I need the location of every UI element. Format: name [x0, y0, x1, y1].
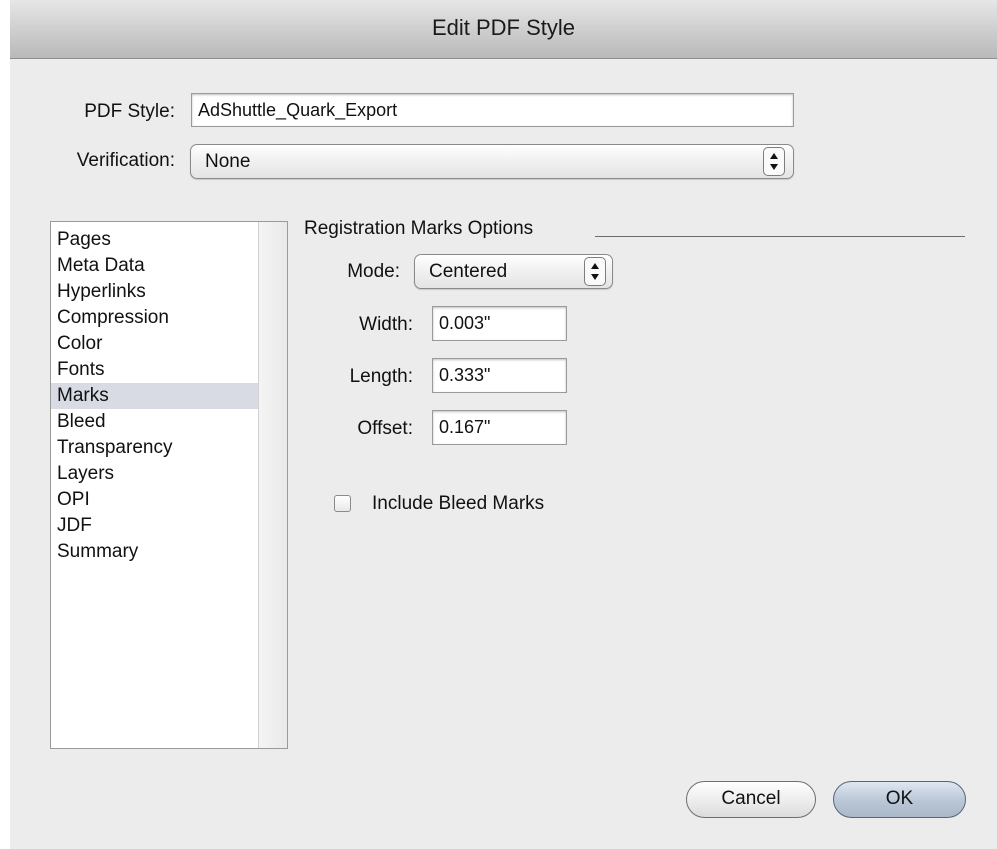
sidebar-item-pages[interactable]: Pages — [51, 227, 260, 253]
registration-group-title: Registration Marks Options — [304, 218, 534, 239]
width-input[interactable]: 0.003" — [432, 306, 567, 341]
length-input[interactable]: 0.333" — [432, 358, 567, 393]
group-divider — [595, 236, 965, 237]
sidebar-item-marks[interactable]: Marks — [51, 383, 260, 409]
width-label: Width: — [359, 314, 413, 335]
sidebar-item-opi[interactable]: OPI — [51, 487, 260, 513]
sidebar-item-color[interactable]: Color — [51, 331, 260, 357]
ok-button[interactable]: OK — [833, 781, 966, 818]
verification-select[interactable]: None — [190, 144, 794, 179]
include-bleed-marks-checkbox[interactable] — [334, 495, 351, 512]
offset-label: Offset: — [357, 418, 413, 439]
sidebar-item-bleed[interactable]: Bleed — [51, 409, 260, 435]
title-bar[interactable]: Edit PDF Style — [10, 0, 997, 59]
mode-value: Centered — [429, 261, 508, 282]
sidebar-item-compression[interactable]: Compression — [51, 305, 260, 331]
sidebar-item-summary[interactable]: Summary — [51, 539, 260, 565]
offset-input[interactable]: 0.167" — [432, 410, 567, 445]
length-label: Length: — [349, 366, 413, 387]
verification-value: None — [205, 151, 251, 172]
sidebar-item-hyperlinks[interactable]: Hyperlinks — [51, 279, 260, 305]
sidebar-item-jdf[interactable]: JDF — [51, 513, 260, 539]
updown-arrows-icon — [584, 257, 606, 286]
verification-label: Verification: — [76, 150, 175, 171]
list-scrollbar[interactable] — [258, 222, 287, 748]
sidebar-item-layers[interactable]: Layers — [51, 461, 260, 487]
sidebar-item-fonts[interactable]: Fonts — [51, 357, 260, 383]
pdf-style-input[interactable]: AdShuttle_Quark_Export — [191, 93, 794, 127]
updown-arrows-icon — [763, 147, 785, 176]
pdf-style-label: PDF Style: — [84, 101, 175, 122]
cancel-button[interactable]: Cancel — [686, 781, 816, 818]
sidebar-item-transparency[interactable]: Transparency — [51, 435, 260, 461]
mode-label: Mode: — [347, 261, 400, 282]
section-list[interactable]: Pages Meta Data Hyperlinks Compression C… — [50, 221, 288, 749]
sidebar-item-meta-data[interactable]: Meta Data — [51, 253, 260, 279]
dialog-title: Edit PDF Style — [431, 15, 576, 40]
include-bleed-marks-label[interactable]: Include Bleed Marks — [372, 493, 544, 515]
mode-select[interactable]: Centered — [414, 254, 613, 289]
